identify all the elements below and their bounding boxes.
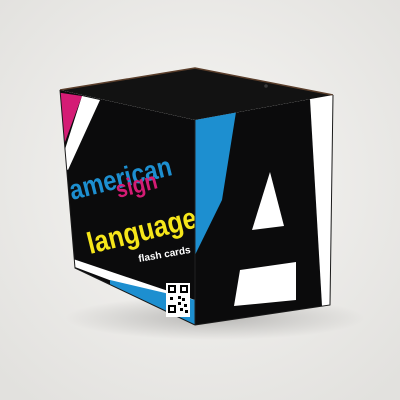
- box-top-hole: [264, 84, 268, 88]
- product-photo: american sign language flash cards: [0, 0, 400, 400]
- photo-canvas: american sign language flash cards: [0, 0, 400, 400]
- qr-code: [166, 283, 190, 317]
